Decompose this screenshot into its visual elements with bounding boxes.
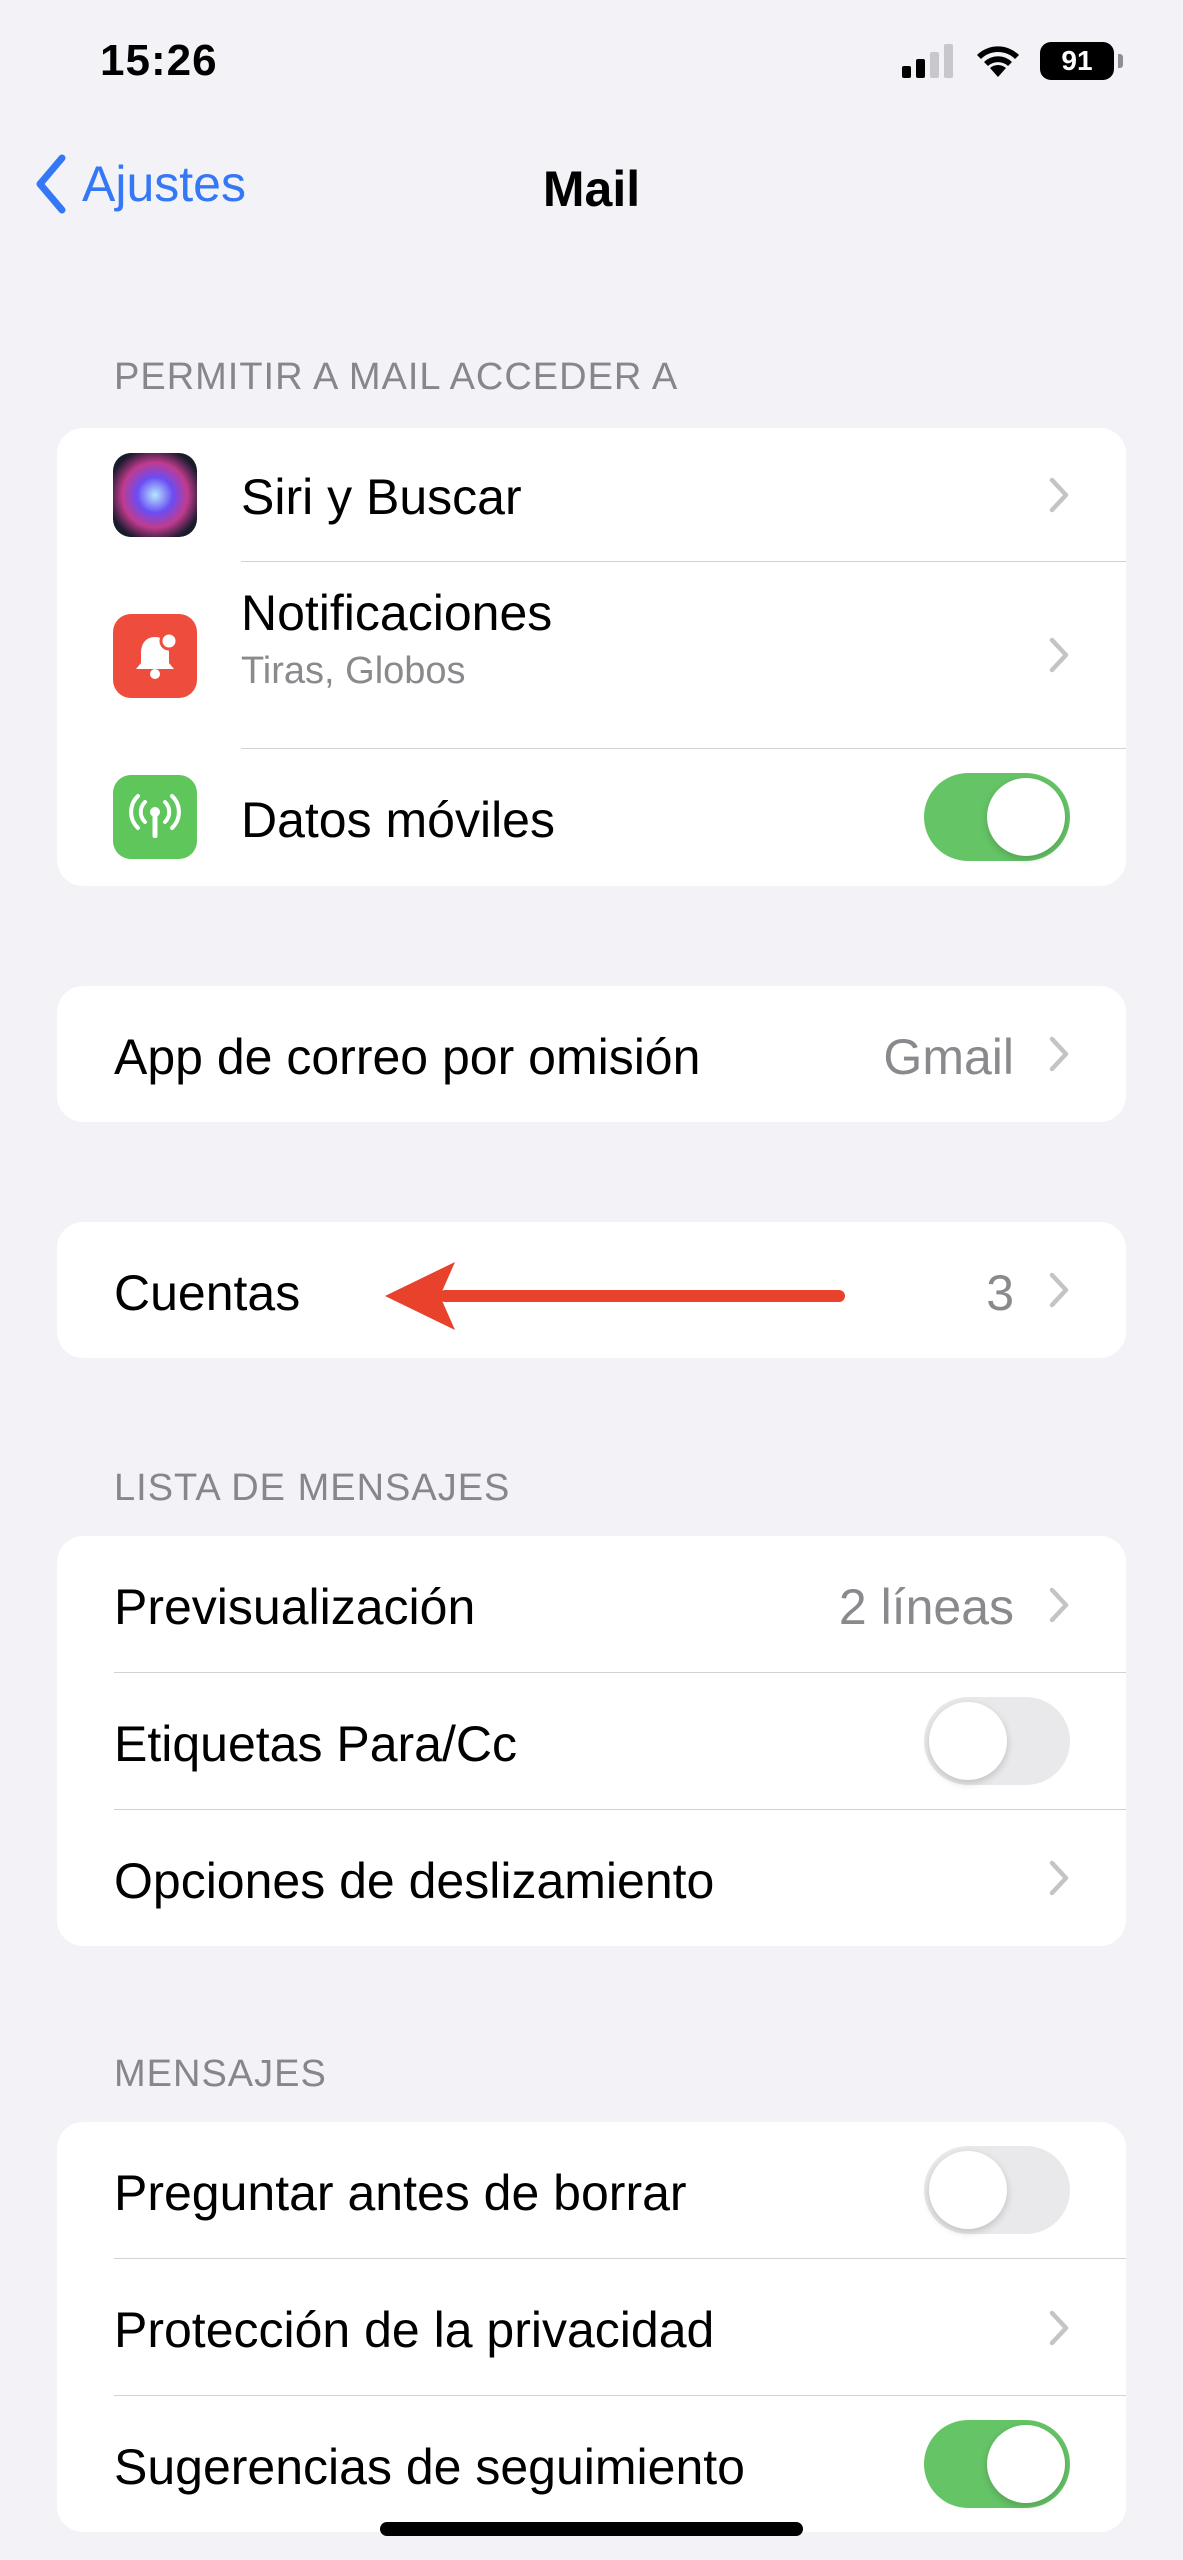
ask-before-delete-toggle[interactable] bbox=[924, 2146, 1070, 2234]
chevron-right-icon bbox=[1049, 637, 1069, 673]
battery-level: 91 bbox=[1040, 42, 1114, 80]
bell-icon bbox=[113, 614, 197, 698]
row-value: Gmail bbox=[883, 1029, 1014, 1085]
message-list-group: Previsualización 2 líneas Etiquetas Para… bbox=[57, 1536, 1126, 1946]
row-value: 2 líneas bbox=[838, 1579, 1014, 1635]
toggle-knob bbox=[987, 778, 1065, 856]
row-label: Cuentas bbox=[114, 1265, 301, 1321]
status-time: 15:26 bbox=[100, 36, 218, 85]
toggle-knob bbox=[929, 2151, 1007, 2229]
section-header-messages: MENSAJES bbox=[114, 2053, 327, 2095]
navigation-bar: Ajustes Mail bbox=[0, 130, 1183, 240]
row-follow-up-suggestions: Sugerencias de seguimiento bbox=[57, 2396, 1126, 2532]
row-label: Datos móviles bbox=[241, 792, 555, 848]
row-to-cc-labels: Etiquetas Para/Cc bbox=[57, 1673, 1126, 1810]
row-label: Etiquetas Para/Cc bbox=[114, 1716, 517, 1772]
section-header-message-list: LISTA DE MENSAJES bbox=[114, 1467, 511, 1509]
messages-group: Preguntar antes de borrar Protección de … bbox=[57, 2122, 1126, 2532]
section-header-access: PERMITIR A MAIL ACCEDER A bbox=[114, 356, 679, 398]
access-group: Siri y Buscar Notificaciones Tiras, Glob… bbox=[57, 428, 1126, 886]
home-indicator bbox=[380, 2522, 803, 2536]
row-value: 3 bbox=[986, 1265, 1014, 1321]
status-bar: 15:26 91 bbox=[0, 0, 1183, 130]
siri-icon bbox=[113, 453, 197, 537]
row-siri-search[interactable]: Siri y Buscar bbox=[57, 428, 1126, 562]
row-label: Sugerencias de seguimiento bbox=[114, 2439, 745, 2495]
battery-icon: 91 bbox=[1040, 42, 1123, 80]
chevron-right-icon bbox=[1049, 1587, 1069, 1623]
row-preview[interactable]: Previsualización 2 líneas bbox=[57, 1536, 1126, 1673]
chevron-right-icon bbox=[1049, 1036, 1069, 1072]
row-mobile-data: Datos móviles bbox=[57, 749, 1126, 886]
row-default-mail-app[interactable]: App de correo por omisión Gmail bbox=[57, 986, 1126, 1122]
row-label: Notificaciones bbox=[241, 585, 553, 641]
antenna-icon bbox=[113, 775, 197, 859]
chevron-right-icon bbox=[1049, 1860, 1069, 1896]
cellular-signal-icon bbox=[902, 44, 953, 78]
row-sublabel: Tiras, Globos bbox=[241, 650, 466, 692]
row-label: Preguntar antes de borrar bbox=[114, 2165, 687, 2221]
page-title: Mail bbox=[542, 161, 641, 217]
chevron-right-icon bbox=[1049, 2310, 1069, 2346]
toggle-knob bbox=[929, 1702, 1007, 1780]
chevron-right-icon bbox=[1049, 477, 1069, 513]
status-icons: 91 bbox=[902, 42, 1123, 80]
row-label: Protección de la privacidad bbox=[114, 2302, 715, 2358]
chevron-right-icon bbox=[1049, 1272, 1069, 1308]
battery-cap bbox=[1118, 54, 1123, 68]
to-cc-labels-toggle[interactable] bbox=[924, 1697, 1070, 1785]
default-app-group: App de correo por omisión Gmail bbox=[57, 986, 1126, 1122]
row-privacy-protection[interactable]: Protección de la privacidad bbox=[57, 2259, 1126, 2396]
row-label: App de correo por omisión bbox=[114, 1029, 701, 1085]
annotation-arrow-icon bbox=[385, 1262, 845, 1330]
mobile-data-toggle[interactable] bbox=[924, 773, 1070, 861]
row-label: Opciones de deslizamiento bbox=[114, 1853, 715, 1909]
wifi-icon bbox=[977, 46, 1019, 77]
toggle-knob bbox=[987, 2425, 1065, 2503]
row-ask-before-delete: Preguntar antes de borrar bbox=[57, 2122, 1126, 2259]
row-label: Siri y Buscar bbox=[241, 469, 522, 525]
row-label: Previsualización bbox=[114, 1579, 476, 1635]
follow-up-suggestions-toggle[interactable] bbox=[924, 2420, 1070, 2508]
row-notifications[interactable]: Notificaciones Tiras, Globos bbox=[57, 562, 1126, 749]
row-swipe-options[interactable]: Opciones de deslizamiento bbox=[57, 1810, 1126, 1946]
